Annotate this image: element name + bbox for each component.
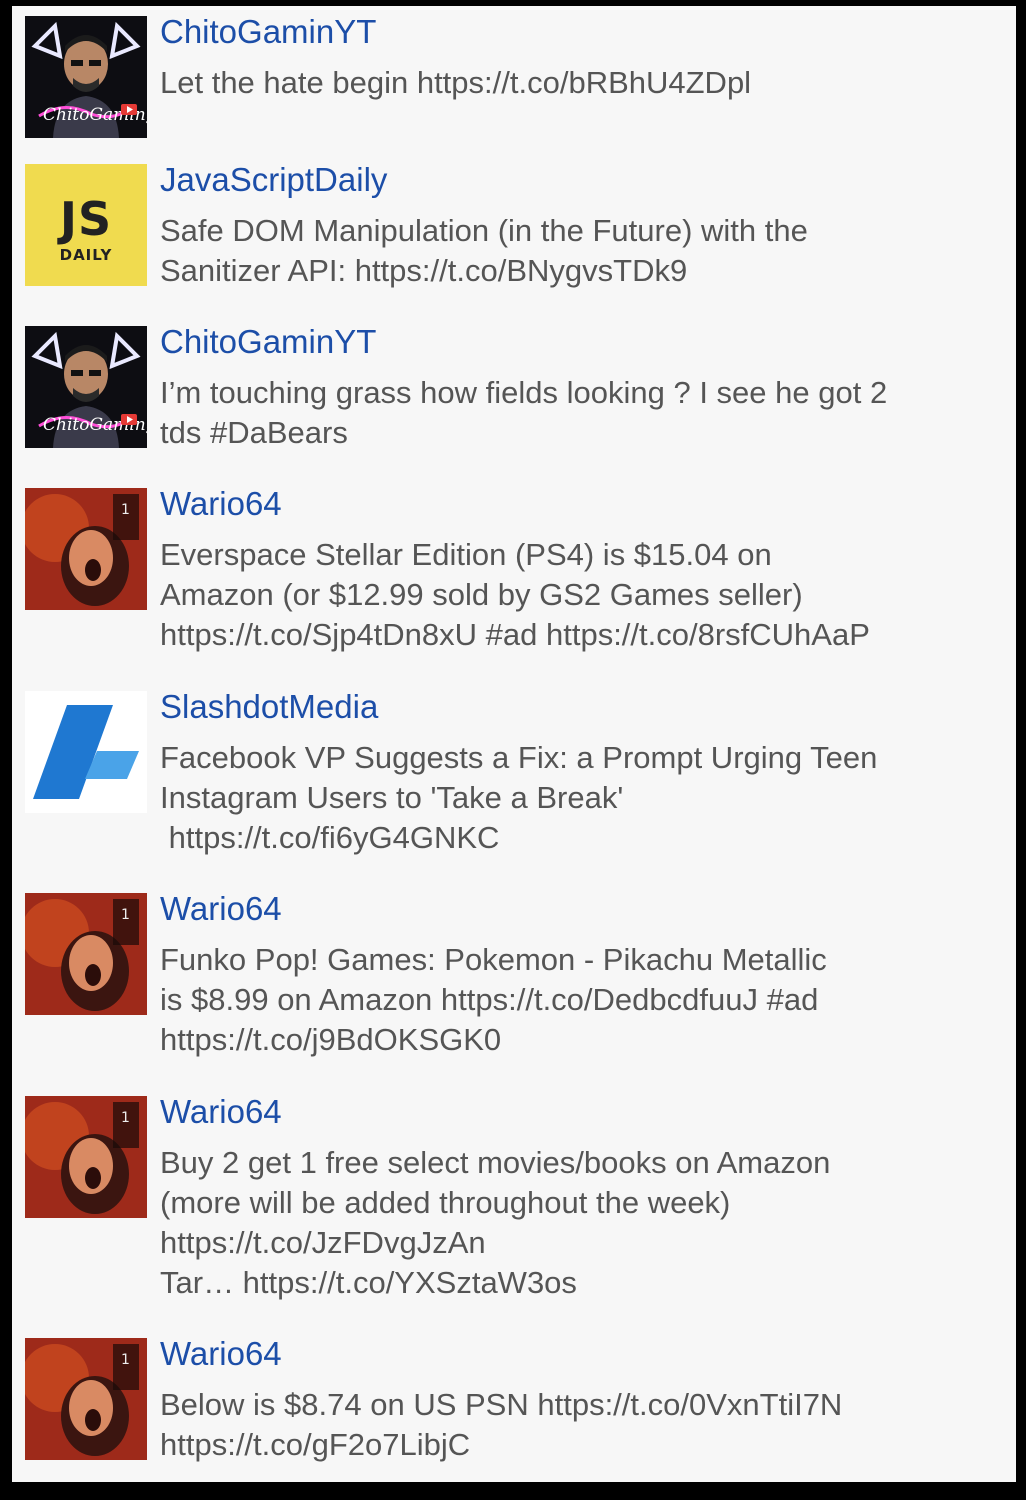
tweet-content: Wario64 Below is $8.74 on US PSN https:/… <box>160 1335 1000 1465</box>
tweet-author-link[interactable]: SlashdotMedia <box>160 687 1000 727</box>
tweet-author-link[interactable]: Wario64 <box>160 1092 1000 1132</box>
tweet-text[interactable]: Safe DOM Manipulation (in the Future) wi… <box>160 211 1000 291</box>
wario64-avatar-icon[interactable]: 1 <box>25 1338 147 1460</box>
avatar-logo-text: JS <box>59 192 113 246</box>
svg-text:1: 1 <box>121 502 130 518</box>
chitogaminyt-avatar-icon[interactable]: ChitoGaming <box>25 326 147 448</box>
tweet-author-link[interactable]: Wario64 <box>160 889 1000 929</box>
tweet-author-link[interactable]: JavaScriptDaily <box>160 160 1000 200</box>
tweet-content: Wario64 Funko Pop! Games: Pokemon - Pika… <box>160 890 1000 1060</box>
javascriptdaily-logo-icon[interactable]: JS DAILY <box>25 164 147 286</box>
screen: ChitoGaming ChitoGaminYT Let the hate be… <box>0 0 1026 1500</box>
slashdotmedia-logo-icon[interactable] <box>25 691 147 813</box>
tweet-content: SlashdotMedia Facebook VP Suggests a Fix… <box>160 688 1000 858</box>
tweet-text[interactable]: Let the hate begin https://t.co/bRBhU4ZD… <box>160 63 1000 103</box>
tweet-author-link[interactable]: ChitoGaminYT <box>160 322 1000 362</box>
tweet-content: ChitoGaminYT Let the hate begin https://… <box>160 13 1000 103</box>
bottom-bar <box>0 1482 1026 1500</box>
tweet-text[interactable]: I’m touching grass how fields looking ? … <box>160 373 1000 453</box>
tweet-content: ChitoGaminYT I’m touching grass how fiel… <box>160 323 1000 453</box>
wario64-avatar-icon[interactable]: 1 <box>25 488 147 610</box>
tweet-author-link[interactable]: ChitoGaminYT <box>160 12 1000 52</box>
tweet-author-link[interactable]: Wario64 <box>160 484 1000 524</box>
tweet-text[interactable]: Below is $8.74 on US PSN https://t.co/0V… <box>160 1385 1000 1465</box>
tweet-text[interactable]: Everspace Stellar Edition (PS4) is $15.0… <box>160 535 1000 655</box>
tweet-text[interactable]: Facebook VP Suggests a Fix: a Prompt Urg… <box>160 738 1000 858</box>
chitogaminyt-avatar-icon[interactable]: ChitoGaming <box>25 16 147 138</box>
svg-text:1: 1 <box>121 1352 130 1368</box>
tweet-content: Wario64 Everspace Stellar Edition (PS4) … <box>160 485 1000 655</box>
tweet-text[interactable]: Buy 2 get 1 free select movies/books on … <box>160 1143 1000 1303</box>
tweet-text[interactable]: Funko Pop! Games: Pokemon - Pikachu Meta… <box>160 940 1000 1060</box>
avatar-logo-subtext: DAILY <box>59 246 113 264</box>
wario64-avatar-icon[interactable]: 1 <box>25 893 147 1015</box>
svg-text:1: 1 <box>121 907 130 923</box>
tweet-author-link[interactable]: Wario64 <box>160 1334 1000 1374</box>
tweet-content: Wario64 Buy 2 get 1 free select movies/b… <box>160 1093 1000 1303</box>
svg-text:1: 1 <box>121 1110 130 1126</box>
wario64-avatar-icon[interactable]: 1 <box>25 1096 147 1218</box>
tweet-feed-panel[interactable]: ChitoGaming ChitoGaminYT Let the hate be… <box>12 6 1016 1482</box>
tweet-content: JavaScriptDaily Safe DOM Manipulation (i… <box>160 161 1000 291</box>
